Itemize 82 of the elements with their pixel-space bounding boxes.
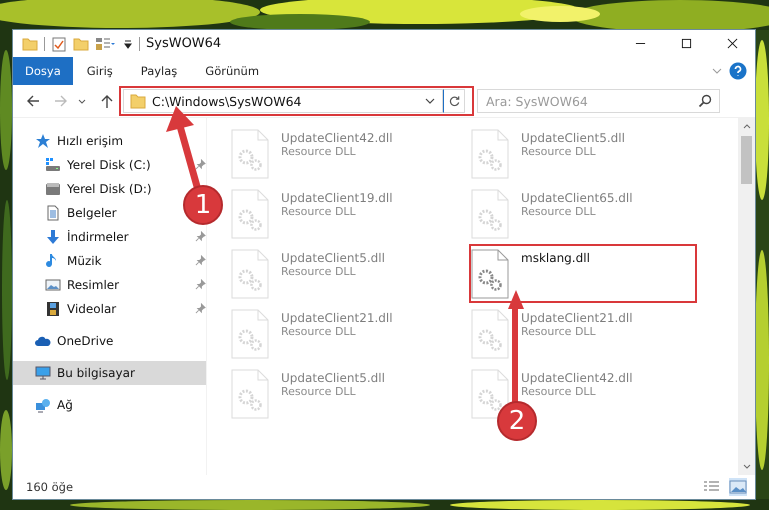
file-name[interactable]: UpdateClient21.dll	[521, 311, 633, 325]
file-type: Resource DLL	[281, 325, 357, 338]
pin-icon[interactable]	[195, 231, 206, 242]
file-type: Resource DLL	[281, 205, 357, 218]
file-name[interactable]: UpdateClient65.dll	[521, 191, 633, 205]
sidebar-label: Yerel Disk (D:)	[67, 182, 152, 196]
dll-file-icon[interactable]	[470, 249, 510, 299]
large-icons-view-icon[interactable]	[729, 478, 747, 496]
sidebar-label: Ağ	[57, 398, 73, 412]
pin-icon[interactable]	[195, 303, 206, 314]
pin-icon[interactable]	[195, 255, 206, 266]
search-field[interactable]: Ara: SysWOW64	[477, 89, 720, 113]
sidebar-label: Müzik	[67, 254, 102, 268]
drive-icon	[45, 181, 61, 197]
file-type: Resource DLL	[281, 385, 357, 398]
ribbon-tab[interactable]: Görünüm	[191, 57, 274, 85]
ribbon-tab[interactable]: Paylaş	[126, 57, 192, 85]
pin-icon[interactable]	[195, 159, 206, 170]
file-name[interactable]: UpdateClient42.dll	[521, 371, 633, 385]
scrollbar-thumb[interactable]	[741, 136, 752, 184]
film-icon	[45, 301, 61, 317]
folder-icon[interactable]	[22, 36, 38, 52]
network-icon	[35, 397, 51, 413]
folder-icon[interactable]	[73, 36, 89, 52]
close-icon	[726, 38, 738, 49]
address-path: C:\Windows\SysWOW64	[152, 94, 302, 108]
sidebar-label: Videolar	[67, 302, 116, 316]
refresh-button[interactable]	[443, 89, 465, 113]
sidebar-item[interactable]: Videolar	[13, 297, 120, 321]
sidebar-item[interactable]: Resimler	[13, 273, 124, 297]
file-name[interactable]: UpdateClient42.dll	[281, 131, 393, 145]
file-type: Resource DLL	[521, 325, 597, 338]
sidebar-item[interactable]: Yerel Disk (D:)	[13, 177, 156, 201]
ribbon-tab[interactable]: Dosya	[13, 57, 73, 85]
properties-icon[interactable]	[51, 36, 67, 52]
address-bar[interactable]: C:\Windows\SysWOW64	[123, 89, 443, 113]
ribbon-tab[interactable]: Giriş	[72, 57, 127, 85]
sidebar-label: OneDrive	[57, 334, 114, 348]
sidebar-item[interactable]: Belgeler	[13, 201, 121, 225]
sidebar-item[interactable]: Bu bilgisayar	[13, 361, 206, 385]
sidebar-item[interactable]: İndirmeler	[13, 225, 133, 249]
file-type: Resource DLL	[281, 145, 357, 158]
document-icon	[45, 205, 61, 221]
dropdown-icon[interactable]	[123, 38, 133, 48]
file-type: Resource DLL	[521, 385, 597, 398]
star-icon	[35, 133, 51, 149]
folder-icon	[130, 93, 146, 109]
sidebar-item[interactable]: Hızlı erişim	[13, 129, 128, 153]
search-icon	[698, 94, 712, 108]
sidebar-label: Yerel Disk (C:)	[67, 158, 151, 172]
monitor-icon	[35, 365, 51, 381]
file-name[interactable]: UpdateClient5.dll	[281, 251, 385, 265]
sidebar-label: Hızlı erişim	[57, 134, 124, 148]
file-type: Resource DLL	[521, 145, 597, 158]
item-count: 160 öğe	[26, 480, 74, 494]
file-type: Resource DLL	[521, 205, 597, 218]
maximize-icon	[680, 38, 692, 49]
pin-icon[interactable]	[195, 279, 206, 290]
window-title: SysWOW64	[146, 36, 222, 51]
sidebar-item[interactable]: OneDrive	[13, 329, 118, 353]
sidebar-item[interactable]: Müzik	[13, 249, 106, 273]
picture-icon	[45, 277, 61, 293]
file-name[interactable]: UpdateClient5.dll	[521, 131, 625, 145]
file-name[interactable]: UpdateClient19.dll	[281, 191, 393, 205]
back-arrow-icon[interactable]	[25, 93, 41, 109]
download-arrow-icon	[45, 229, 61, 245]
sidebar-label: Belgeler	[67, 206, 117, 220]
sidebar-label: Resimler	[67, 278, 120, 292]
file-name[interactable]: msklang.dll	[521, 251, 590, 265]
sidebar-item[interactable]: Yerel Disk (C:)	[13, 153, 155, 177]
refresh-icon	[448, 94, 460, 108]
layout-icon[interactable]	[95, 36, 117, 52]
file-name[interactable]: UpdateClient5.dll	[281, 371, 385, 385]
forward-arrow-icon[interactable]	[53, 93, 69, 109]
up-arrow-icon[interactable]	[99, 93, 115, 109]
drive-icon	[45, 157, 61, 173]
sidebar-item[interactable]: Ağ	[13, 393, 77, 417]
sidebar-label: İndirmeler	[67, 230, 129, 244]
file-name[interactable]: UpdateClient21.dll	[281, 311, 393, 325]
file-type: Resource DLL	[281, 265, 357, 278]
sidebar-label: Bu bilgisayar	[57, 366, 135, 380]
help-icon[interactable]	[729, 62, 747, 80]
